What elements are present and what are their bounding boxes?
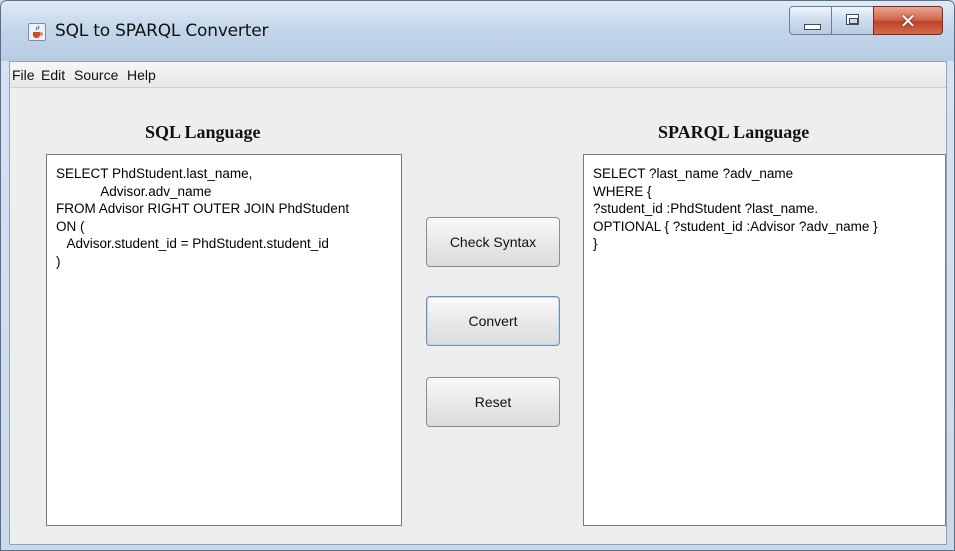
convert-button[interactable]: Convert bbox=[426, 296, 560, 346]
sql-panel-title: SQL Language bbox=[145, 122, 261, 142]
java-cup-icon[interactable] bbox=[28, 23, 46, 41]
menu-bar: File Edit Source Help bbox=[10, 62, 946, 88]
close-button[interactable]: ✕ bbox=[873, 6, 943, 35]
sparql-text-area[interactable]: SELECT ?last_name ?adv_name WHERE { ?stu… bbox=[583, 154, 946, 526]
minimize-button[interactable] bbox=[789, 6, 832, 35]
check-syntax-button[interactable]: Check Syntax bbox=[426, 217, 560, 267]
sparql-panel-title: SPARQL Language bbox=[658, 122, 810, 142]
client-area: File Edit Source Help SQL Language SPARQ… bbox=[9, 61, 947, 545]
menu-file[interactable]: File bbox=[12, 67, 35, 83]
sql-text-area[interactable]: SELECT PhdStudent.last_name, Advisor.adv… bbox=[46, 154, 402, 526]
maximize-icon bbox=[846, 14, 859, 25]
minimize-icon bbox=[804, 24, 821, 30]
menu-source[interactable]: Source bbox=[74, 67, 118, 83]
title-bar[interactable]: SQL to SPARQL Converter ✕ bbox=[1, 1, 954, 61]
close-icon: ✕ bbox=[899, 9, 917, 33]
maximize-button[interactable] bbox=[831, 6, 874, 35]
window-title: SQL to SPARQL Converter bbox=[55, 21, 269, 41]
reset-button[interactable]: Reset bbox=[426, 377, 560, 427]
menu-edit[interactable]: Edit bbox=[41, 67, 65, 83]
menu-help[interactable]: Help bbox=[127, 67, 156, 83]
app-window: SQL to SPARQL Converter ✕ File Edit Sour… bbox=[0, 0, 955, 551]
caption-buttons: ✕ bbox=[789, 6, 943, 37]
